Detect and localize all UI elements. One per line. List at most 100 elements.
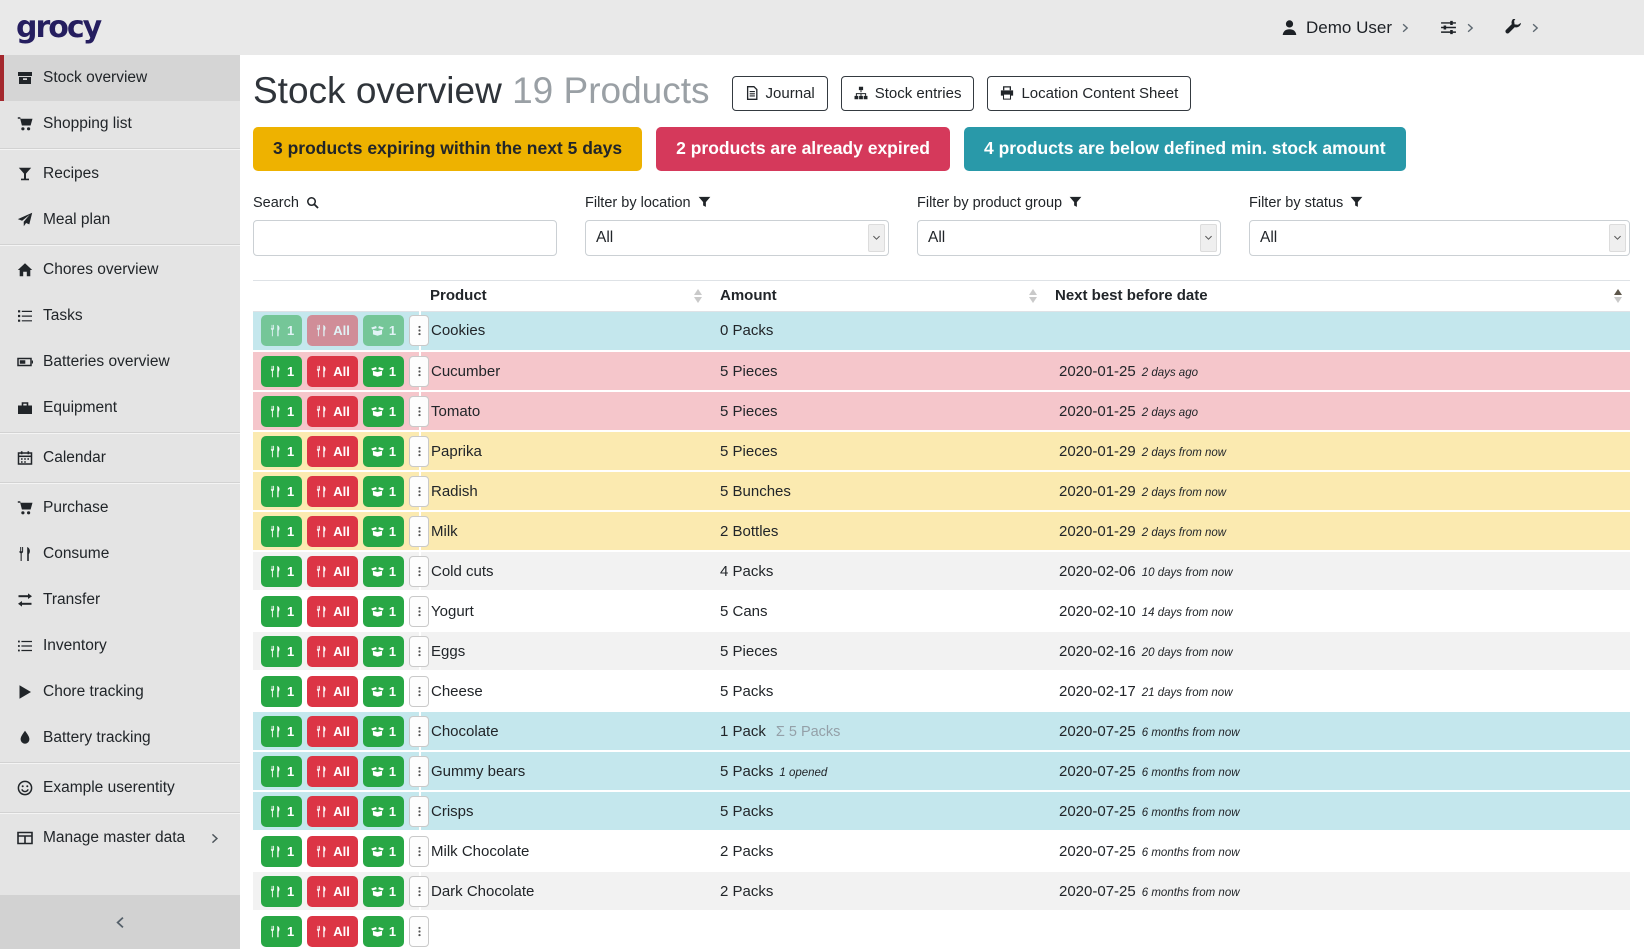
sidebar-item-chore-tracking[interactable]: Chore tracking — [0, 669, 240, 715]
alert-warning[interactable]: 3 products expiring within the next 5 da… — [253, 127, 642, 171]
consume-all-button[interactable]: All — [307, 796, 358, 827]
consume-one-button[interactable]: 1 — [261, 756, 302, 787]
column-header-next-best-before-date[interactable]: Next best before date — [1045, 280, 1630, 311]
sidebar-item-inventory[interactable]: Inventory — [0, 623, 240, 669]
mark-opened-button[interactable]: 1 — [363, 836, 404, 867]
row-more-button[interactable] — [409, 836, 429, 867]
mark-opened-button[interactable]: 1 — [363, 676, 404, 707]
app-logo[interactable]: grocy — [16, 10, 100, 45]
sidebar-item-calendar[interactable]: Calendar — [0, 435, 240, 481]
consume-one-button[interactable]: 1 — [261, 315, 302, 346]
consume-all-button[interactable]: All — [307, 396, 358, 427]
row-more-button[interactable] — [409, 636, 429, 667]
consume-all-button[interactable]: All — [307, 556, 358, 587]
sidebar-item-recipes[interactable]: Recipes — [0, 151, 240, 197]
consume-one-button[interactable]: 1 — [261, 396, 302, 427]
table-row: 1All1Crisps5 Packs2020-07-256 months fro… — [253, 791, 1630, 831]
location-content-sheet-button[interactable]: Location Content Sheet — [987, 76, 1191, 111]
row-more-button[interactable] — [409, 876, 429, 907]
consume-one-button[interactable]: 1 — [261, 876, 302, 907]
consume-one-button[interactable]: 1 — [261, 556, 302, 587]
mark-opened-button[interactable]: 1 — [363, 796, 404, 827]
consume-one-button[interactable]: 1 — [261, 796, 302, 827]
row-more-button[interactable] — [409, 716, 429, 747]
stock-entries-button[interactable]: Stock entries — [841, 76, 975, 111]
consume-all-button[interactable]: All — [307, 356, 358, 387]
consume-one-button[interactable]: 1 — [261, 476, 302, 507]
row-more-button[interactable] — [409, 436, 429, 467]
consume-one-button[interactable]: 1 — [261, 916, 302, 947]
consume-all-button[interactable]: All — [307, 516, 358, 547]
row-more-button[interactable] — [409, 756, 429, 787]
alert-danger[interactable]: 2 products are already expired — [656, 127, 950, 171]
settings-menu[interactable] — [1440, 19, 1475, 36]
filter-product-group-select[interactable]: All — [917, 220, 1221, 256]
mark-opened-button[interactable]: 1 — [363, 436, 404, 467]
sidebar-item-purchase[interactable]: Purchase — [0, 485, 240, 531]
consume-all-button[interactable]: All — [307, 476, 358, 507]
consume-one-button[interactable]: 1 — [261, 596, 302, 627]
consume-all-button[interactable]: All — [307, 436, 358, 467]
mark-opened-button[interactable]: 1 — [363, 315, 404, 346]
row-more-button[interactable] — [409, 596, 429, 627]
consume-all-button[interactable]: All — [307, 916, 358, 947]
mark-opened-button[interactable]: 1 — [363, 636, 404, 667]
sidebar-item-battery-tracking[interactable]: Battery tracking — [0, 715, 240, 761]
sidebar-item-example-userentity[interactable]: Example userentity — [0, 765, 240, 811]
consume-all-button[interactable]: All — [307, 596, 358, 627]
row-more-button[interactable] — [409, 676, 429, 707]
sidebar-item-shopping-list[interactable]: Shopping list — [0, 101, 240, 147]
row-more-button[interactable] — [409, 315, 429, 346]
consume-all-button[interactable]: All — [307, 676, 358, 707]
consume-all-button[interactable]: All — [307, 876, 358, 907]
sidebar-item-manage-master-data[interactable]: Manage master data — [0, 815, 240, 861]
mark-opened-button[interactable]: 1 — [363, 716, 404, 747]
sidebar-item-meal-plan[interactable]: Meal plan — [0, 197, 240, 243]
row-more-button[interactable] — [409, 796, 429, 827]
consume-all-button[interactable]: All — [307, 756, 358, 787]
alert-info[interactable]: 4 products are below defined min. stock … — [964, 127, 1406, 171]
consume-all-button[interactable]: All — [307, 836, 358, 867]
sidebar-item-chores-overview[interactable]: Chores overview — [0, 247, 240, 293]
consume-one-button[interactable]: 1 — [261, 636, 302, 667]
column-header-product[interactable]: Product — [420, 280, 710, 311]
consume-all-button[interactable]: All — [307, 315, 358, 346]
mark-opened-button[interactable]: 1 — [363, 756, 404, 787]
admin-menu[interactable] — [1505, 19, 1540, 36]
mark-opened-button[interactable]: 1 — [363, 396, 404, 427]
consume-one-button[interactable]: 1 — [261, 836, 302, 867]
sidebar-item-tasks[interactable]: Tasks — [0, 293, 240, 339]
row-more-button[interactable] — [409, 356, 429, 387]
sidebar-item-equipment[interactable]: Equipment — [0, 385, 240, 431]
row-more-button[interactable] — [409, 476, 429, 507]
consume-all-button[interactable]: All — [307, 716, 358, 747]
row-more-button[interactable] — [409, 396, 429, 427]
mark-opened-button[interactable]: 1 — [363, 516, 404, 547]
sidebar-item-consume[interactable]: Consume — [0, 531, 240, 577]
search-input[interactable] — [253, 220, 557, 256]
sidebar-collapse-button[interactable] — [0, 895, 240, 949]
row-more-button[interactable] — [409, 916, 429, 947]
sidebar-item-transfer[interactable]: Transfer — [0, 577, 240, 623]
journal-button[interactable]: Journal — [732, 76, 828, 111]
consume-one-button[interactable]: 1 — [261, 356, 302, 387]
filter-location-select[interactable]: All — [585, 220, 889, 256]
filter-status-select[interactable]: All — [1249, 220, 1630, 256]
sidebar-item-stock-overview[interactable]: Stock overview — [0, 55, 240, 101]
mark-opened-button[interactable]: 1 — [363, 356, 404, 387]
mark-opened-button[interactable]: 1 — [363, 556, 404, 587]
row-more-button[interactable] — [409, 556, 429, 587]
consume-one-button[interactable]: 1 — [261, 436, 302, 467]
mark-opened-button[interactable]: 1 — [363, 596, 404, 627]
consume-all-button[interactable]: All — [307, 636, 358, 667]
user-menu[interactable]: Demo User — [1281, 18, 1410, 38]
mark-opened-button[interactable]: 1 — [363, 916, 404, 947]
column-header-amount[interactable]: Amount — [710, 280, 1045, 311]
row-more-button[interactable] — [409, 516, 429, 547]
consume-one-button[interactable]: 1 — [261, 676, 302, 707]
sidebar-item-batteries-overview[interactable]: Batteries overview — [0, 339, 240, 385]
consume-one-button[interactable]: 1 — [261, 516, 302, 547]
mark-opened-button[interactable]: 1 — [363, 476, 404, 507]
consume-one-button[interactable]: 1 — [261, 716, 302, 747]
mark-opened-button[interactable]: 1 — [363, 876, 404, 907]
